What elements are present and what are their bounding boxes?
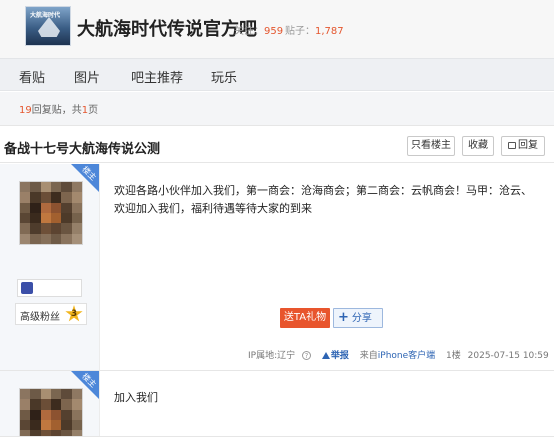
only-op-button[interactable]: 只看楼主 — [407, 136, 455, 156]
send-gift-button[interactable]: 送TA礼物 — [280, 308, 330, 328]
help-icon[interactable]: ? — [302, 351, 311, 360]
fan-badge[interactable]: 高级粉丝 3 — [15, 303, 87, 325]
plus-icon: + — [338, 310, 349, 325]
nav-tab-posts[interactable]: 看贴 — [19, 67, 45, 86]
forum-logo[interactable]: 大航海时代 — [25, 6, 71, 46]
forum-header: 大航海时代 大航海时代传说官方吧 关注：959 贴子：1,787 — [0, 0, 554, 58]
follow-count: 关注：959 — [234, 22, 283, 37]
report-label: 举报 — [330, 351, 349, 361]
posts-count: 贴子：1,787 — [285, 22, 344, 37]
user-level-box[interactable] — [17, 279, 82, 297]
nav-tab-images[interactable]: 图片 — [74, 67, 100, 86]
author-column: 楼主 高级粉丝 3 — [0, 164, 100, 370]
share-button-label: 分享 — [351, 313, 372, 324]
post-floor-2: 楼主 加入我们 — [0, 371, 554, 437]
post-source: 来自iPhone客户端 — [359, 351, 436, 361]
reply-count-bar: 19回复贴，共1页 — [0, 92, 554, 125]
follow-number: 959 — [264, 26, 284, 37]
reply-count: 19回复贴，共1页 — [19, 101, 98, 116]
avatar[interactable] — [19, 181, 83, 245]
reply-count-suffix: 回复贴，共 — [31, 105, 82, 116]
follow-label: 关注： — [234, 26, 264, 37]
floor-number: 1楼 — [446, 351, 461, 361]
warning-icon — [321, 352, 330, 359]
fan-level-star-icon: 3 — [65, 305, 83, 322]
forum-nav: 看贴 图片 吧主推荐 玩乐 — [0, 58, 554, 91]
reply-icon — [508, 142, 516, 149]
favorite-button[interactable]: 收藏 — [462, 136, 494, 156]
nav-tab-recommended[interactable]: 吧主推荐 — [131, 67, 183, 86]
share-button[interactable]: + 分享 — [333, 308, 383, 328]
post-content-line: 欢迎各路小伙伴加入我们，第一商会：沧海商会；第二商会：云帆商会！马甲：沧云、 — [114, 184, 532, 197]
fan-badge-label: 高级粉丝 — [20, 312, 60, 323]
reply-button-label: 回复 — [518, 140, 538, 151]
reply-count-number: 19 — [19, 105, 32, 116]
post-content: 欢迎各路小伙伴加入我们，第一商会：沧海商会；第二商会：云帆商会！马甲：沧云、 欢… — [114, 182, 544, 218]
level-icon — [21, 282, 33, 294]
author-column: 楼主 — [0, 371, 100, 436]
post-datetime: 2025-07-15 10:59 — [467, 351, 549, 361]
posts-label: 贴子： — [285, 26, 315, 37]
ship-icon — [38, 17, 60, 37]
ip-location: IP属地:辽宁 ? — [248, 351, 315, 361]
report-link[interactable]: 举报 — [321, 351, 353, 361]
post-meta: IP属地:辽宁 ? 举报 来自iPhone客户端 1楼 2025-07-15 1… — [248, 348, 554, 361]
thread-title: 备战十七号大航海传说公测 — [4, 142, 161, 157]
nav-tab-fun[interactable]: 玩乐 — [211, 67, 237, 86]
forum-title[interactable]: 大航海时代传说官方吧 — [77, 15, 257, 41]
reply-button[interactable]: 回复 — [501, 136, 545, 156]
client-link[interactable]: iPhone客户端 — [378, 351, 435, 361]
page-count-suffix: 页 — [88, 105, 99, 116]
forum-logo-text: 大航海时代 — [30, 12, 61, 19]
posts-number: 1,787 — [315, 26, 344, 37]
post-content: 加入我们 — [114, 389, 544, 407]
post-content-line: 加入我们 — [114, 391, 158, 404]
post-content-line: 欢迎加入我们，福利待遇等待大家的到来 — [114, 202, 312, 215]
post-floor-1: 楼主 高级粉丝 3 欢迎各路小伙伴加入我们，第一商会：沧海商会；第二商会：云帆商… — [0, 164, 554, 371]
avatar[interactable] — [19, 388, 83, 436]
ip-location-label: IP属地:辽宁 — [248, 351, 296, 361]
thread-title-bar: 备战十七号大航海传说公测 只看楼主 收藏 回复 — [0, 125, 554, 163]
